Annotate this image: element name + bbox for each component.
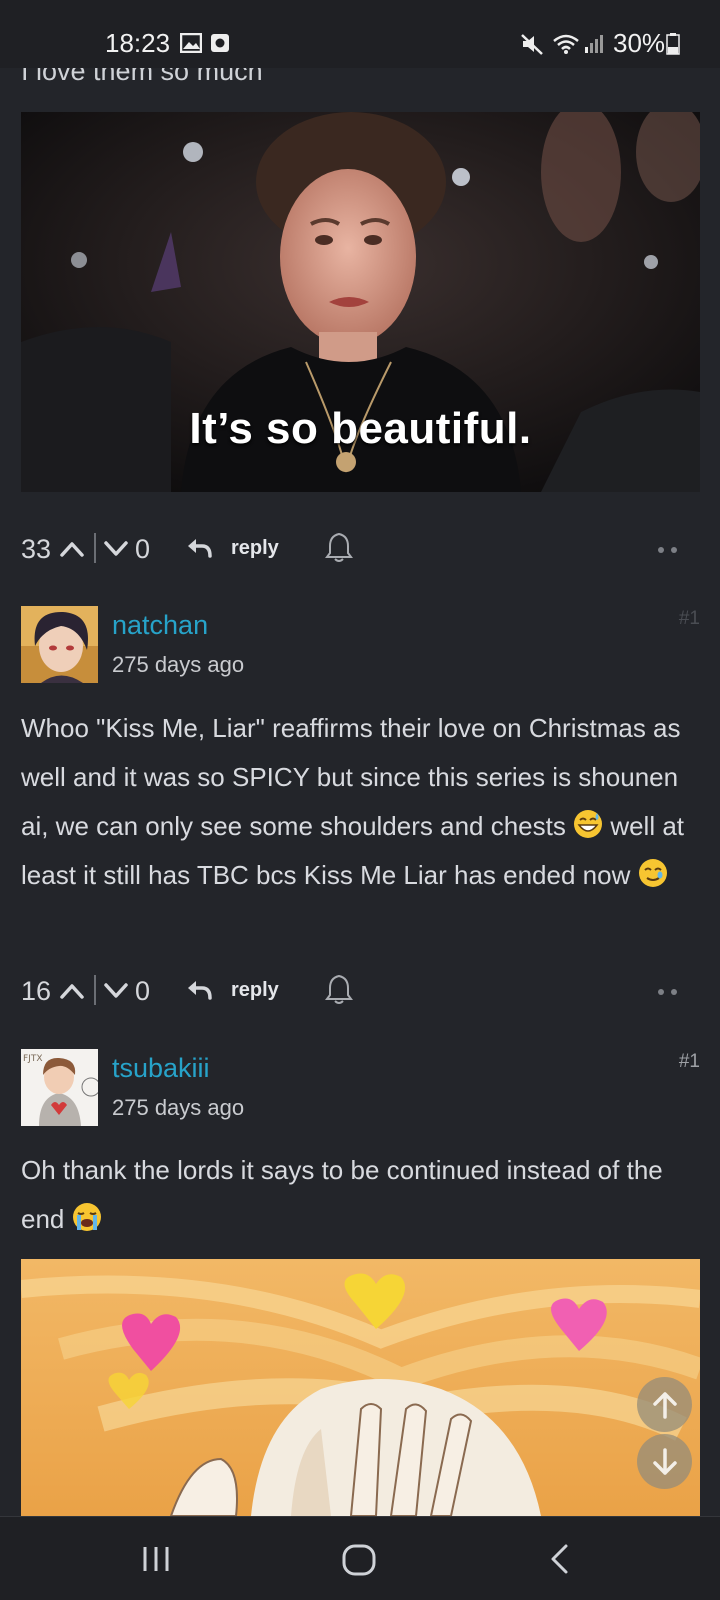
more-options-icon[interactable] bbox=[657, 988, 679, 996]
downvote-icon[interactable] bbox=[103, 982, 129, 1000]
back-icon[interactable] bbox=[548, 1543, 572, 1575]
wifi-icon bbox=[553, 34, 579, 54]
reply-button[interactable]: reply bbox=[231, 979, 279, 1002]
natchan-avatar-image bbox=[21, 606, 98, 683]
home-icon[interactable] bbox=[341, 1543, 377, 1577]
avatar[interactable]: FJTX bbox=[21, 1049, 98, 1126]
gif-caption: It’s so beautiful. bbox=[189, 404, 532, 453]
bell-icon[interactable] bbox=[325, 531, 353, 563]
screen-record-icon bbox=[211, 34, 229, 52]
recent-apps-icon[interactable] bbox=[140, 1543, 172, 1575]
comment-text: Oh thank the lords it says to be continu… bbox=[21, 1155, 663, 1234]
comment-actions-row: 33 0 reply bbox=[21, 529, 700, 569]
comment-gif-image[interactable]: It’s so beautiful. bbox=[21, 112, 700, 492]
bell-icon[interactable] bbox=[325, 973, 353, 1005]
upvote-count: 16 bbox=[21, 976, 52, 1006]
arrow-down-icon bbox=[653, 1448, 677, 1475]
downvote-icon[interactable] bbox=[103, 540, 129, 558]
comment-body: Oh thank the lords it says to be continu… bbox=[21, 1146, 711, 1244]
anime-hearts-image bbox=[21, 1259, 700, 1516]
comment-actions-row: 16 0 reply bbox=[21, 971, 700, 1011]
comment-username[interactable]: tsubakiii bbox=[112, 1053, 210, 1084]
system-navigation-bar bbox=[0, 1516, 720, 1600]
scroll-up-button[interactable] bbox=[637, 1377, 692, 1432]
comment-username[interactable]: natchan bbox=[112, 610, 208, 641]
grinning-sweat-emoji bbox=[574, 810, 603, 838]
comment-date: 275 days ago bbox=[112, 652, 245, 677]
battery-icon bbox=[666, 33, 680, 55]
vote-divider bbox=[94, 975, 96, 1005]
downvote-count: 0 bbox=[135, 976, 151, 1006]
smiling-tear-emoji bbox=[638, 859, 667, 887]
arrow-up-icon bbox=[653, 1392, 677, 1419]
reply-button[interactable]: reply bbox=[231, 537, 279, 560]
svg-text:FJTX: FJTX bbox=[23, 1054, 43, 1064]
battery-percentage: 30% bbox=[613, 28, 666, 58]
signal-icon bbox=[585, 35, 603, 53]
comment-number[interactable]: #1 bbox=[679, 608, 700, 630]
status-bar: 18:23 30% bbox=[0, 0, 720, 68]
status-time: 18:23 bbox=[105, 28, 171, 58]
vote-divider bbox=[94, 533, 96, 563]
upvote-icon[interactable] bbox=[59, 982, 85, 1000]
mute-icon bbox=[521, 34, 543, 55]
tsubakiii-avatar-image: FJTX bbox=[21, 1049, 98, 1126]
reply-icon[interactable] bbox=[186, 978, 212, 1002]
loudly-crying-emoji bbox=[72, 1203, 101, 1231]
comment-date: 275 days ago bbox=[112, 1095, 245, 1120]
gallery-icon bbox=[180, 33, 202, 53]
comment-body: Whoo "Kiss Me, Liar" reaffirms their lov… bbox=[21, 704, 711, 900]
comment-gif-image[interactable] bbox=[21, 1259, 700, 1516]
reply-icon[interactable] bbox=[186, 536, 212, 560]
upvote-count: 33 bbox=[21, 534, 52, 564]
comment-number[interactable]: #1 bbox=[679, 1051, 700, 1073]
downvote-count: 0 bbox=[135, 534, 151, 564]
upvote-icon[interactable] bbox=[59, 540, 85, 558]
more-options-icon[interactable] bbox=[657, 546, 679, 554]
avatar[interactable] bbox=[21, 606, 98, 683]
scroll-down-button[interactable] bbox=[637, 1434, 692, 1489]
